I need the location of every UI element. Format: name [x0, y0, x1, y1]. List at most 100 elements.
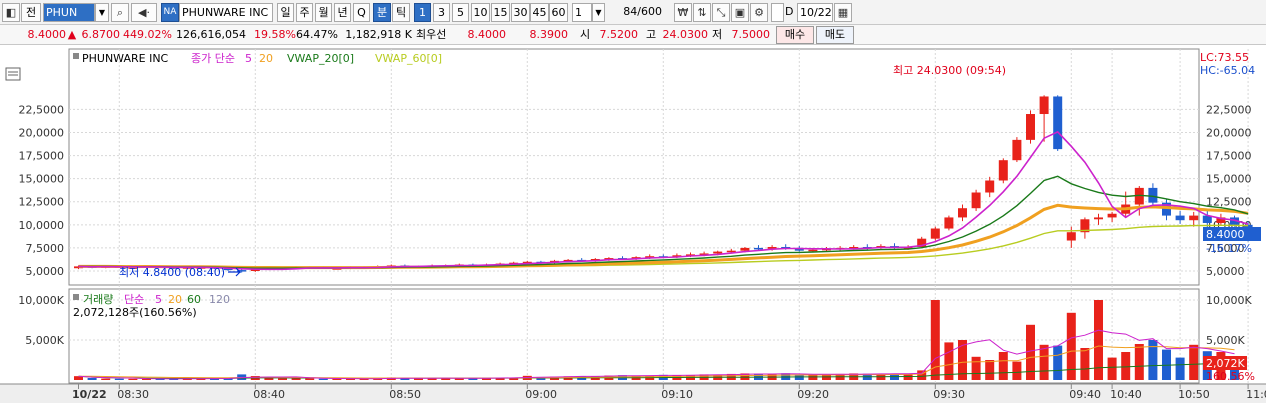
time-label: 10:50	[1178, 388, 1210, 401]
volume-bar	[114, 378, 124, 380]
volume-bar	[278, 378, 287, 380]
volume-bar	[998, 352, 1008, 380]
chart-type-icon[interactable]: ₩	[674, 3, 692, 22]
volume-bar	[414, 378, 423, 380]
hc-label: HC:-65.04	[1200, 64, 1255, 77]
volume-tick-left: 5,000K	[25, 334, 64, 347]
candle-body	[971, 192, 981, 209]
candle-body	[1026, 114, 1035, 140]
candle-body	[958, 208, 967, 218]
time-label: 08:30	[117, 388, 149, 401]
change-percent: 449.02%	[123, 28, 172, 41]
interval-30[interactable]: 30	[511, 3, 530, 22]
open-price: 7.5200	[599, 28, 639, 41]
interval-60[interactable]: 60	[549, 3, 568, 22]
search-icon[interactable]: ⌕	[111, 3, 129, 22]
time-label: 08:50	[389, 388, 421, 401]
price-tick-left: 17,5000	[19, 150, 65, 163]
volume-bar	[87, 378, 97, 380]
period-tab-quarter[interactable]: Q	[353, 3, 370, 22]
interval-dropdown-icon[interactable]: ▼	[592, 3, 605, 22]
period-tab-year[interactable]: 년	[334, 3, 351, 22]
price-tick-right: 20,0000	[1206, 126, 1252, 139]
period-tab-minute[interactable]: 분	[373, 3, 391, 22]
period-tab-tick[interactable]: 틱	[392, 3, 410, 22]
volume-bar	[1080, 348, 1090, 380]
draw-tool-icon[interactable]: ⤡	[712, 3, 730, 22]
price-tick-right: 22,5000	[1206, 103, 1252, 116]
best-ask-label: 최우선	[416, 28, 447, 41]
volume-tick-right: 5,000K	[1206, 334, 1245, 347]
volume-bar	[1039, 344, 1049, 380]
volume-bar	[1175, 357, 1185, 380]
interval-45[interactable]: 45	[530, 3, 549, 22]
candle-body	[740, 247, 750, 251]
volume-bar	[1189, 344, 1199, 380]
d-checkbox[interactable]	[771, 3, 784, 22]
low-price: 7.5000	[731, 28, 771, 41]
legend-ma5: 5	[245, 52, 252, 65]
volume-legend-toggle-icon[interactable]	[73, 294, 79, 300]
current-price: 8.4000	[27, 28, 67, 41]
volume-bar	[1107, 357, 1117, 380]
current-price-label: 8.4000	[1206, 228, 1245, 241]
candle-body	[985, 180, 995, 193]
buy-button[interactable]: 매수	[776, 26, 814, 44]
high-price: 24.0300	[662, 28, 709, 41]
price-tick-left: 15,0000	[19, 173, 65, 186]
interval-15[interactable]: 15	[491, 3, 510, 22]
candle-settings-icon[interactable]: ⇅	[693, 3, 711, 22]
period-tab-day[interactable]: 일	[277, 3, 294, 22]
gear-icon[interactable]: ⚙	[750, 3, 768, 22]
volume-bar	[1012, 361, 1022, 380]
volume-bar	[1121, 352, 1131, 380]
time-label: 08:40	[253, 388, 285, 401]
sell-button[interactable]: 매도	[816, 26, 854, 44]
price-tick-left: 20,0000	[19, 126, 65, 139]
symbol-dropdown-icon[interactable]: ▼	[95, 3, 109, 22]
time-label: 09:00	[525, 388, 557, 401]
period-tab-month[interactable]: 월	[315, 3, 332, 22]
volume-tick-right: 10,000K	[1206, 294, 1252, 307]
volume-legend-ma120: 120	[209, 293, 230, 306]
date-input[interactable]: 10/22	[797, 3, 833, 22]
candle-body	[1094, 217, 1103, 220]
hts-chart-window: ◧ 전 PHUN ▼ ⌕ ◀· NA PHUNWARE INC 일 주 월 년 …	[0, 0, 1266, 403]
interval-input[interactable]: 1	[572, 3, 592, 22]
speaker-icon[interactable]: ◀·	[131, 3, 157, 22]
current-change-label: -16.17%	[1206, 242, 1252, 255]
price-volume-chart[interactable]: 22,5000 20,0000 17,5000 15,0000 12,5000 10,00…	[0, 45, 1266, 403]
volume-tick-left: 10,000K	[18, 294, 64, 307]
volume-legend-ma-label: 단순	[124, 293, 144, 306]
chart-menu-icon[interactable]	[5, 67, 21, 81]
save-icon[interactable]: ▣	[731, 3, 749, 22]
price-tick-right: 15,0000	[1206, 173, 1252, 186]
trade-volume: 1,182,918 K	[345, 28, 412, 41]
interval-10[interactable]: 10	[471, 3, 490, 22]
volume-bar	[1053, 345, 1063, 380]
exchange-badge: NA	[161, 3, 179, 22]
change-arrow-icon: ▲	[67, 28, 77, 41]
interval-5[interactable]: 5	[452, 3, 469, 22]
interval-1[interactable]: 1	[414, 3, 431, 22]
candle-body	[808, 249, 818, 252]
prev-button[interactable]: 전	[21, 3, 41, 22]
calendar-icon[interactable]: ▦	[834, 3, 852, 22]
time-label: 09:10	[661, 388, 693, 401]
legend-toggle-icon[interactable]	[73, 53, 79, 59]
time-label: 09:30	[933, 388, 965, 401]
legend-symbol-name: PHUNWARE INC	[82, 52, 169, 65]
time-label: 10:40	[1110, 388, 1142, 401]
volume-current-pct: 160.56%	[1206, 370, 1255, 383]
volume-bar	[305, 378, 315, 380]
symbol-input[interactable]: PHUN	[43, 3, 95, 22]
period-tab-week[interactable]: 주	[296, 3, 313, 22]
time-label: 09:40	[1069, 388, 1101, 401]
volume-current-label: 2,072K	[1206, 357, 1245, 370]
change-value: 6.8700	[81, 28, 121, 41]
volume-bar	[930, 300, 940, 380]
window-toggle-icon[interactable]: ◧	[2, 3, 20, 22]
company-name-field: PHUNWARE INC	[179, 3, 273, 22]
low-label: 저	[711, 28, 723, 41]
interval-3[interactable]: 3	[433, 3, 450, 22]
